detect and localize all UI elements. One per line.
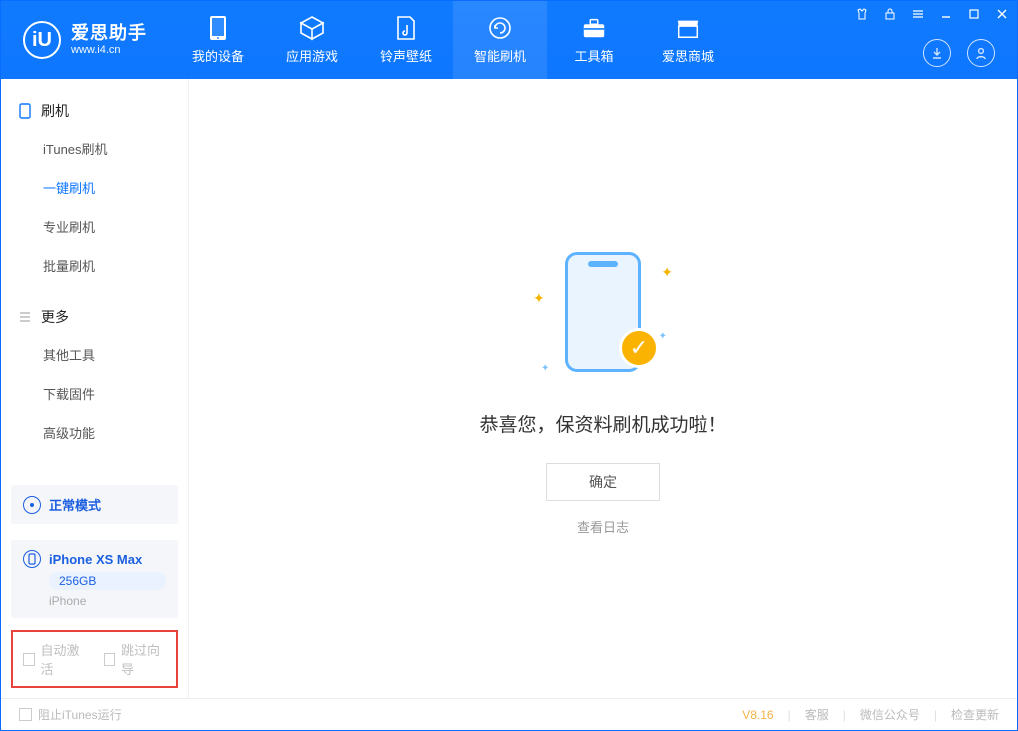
sidebar-item-download-firmware[interactable]: 下载固件	[1, 374, 188, 413]
checkmark-badge-icon: ✓	[619, 328, 659, 368]
nav-tabs: 我的设备 应用游戏 铃声壁纸 智能刷机 工具箱 爱思商城	[171, 1, 735, 79]
device-type: iPhone	[49, 594, 166, 608]
option-auto-activate[interactable]: 自动激活	[23, 640, 86, 678]
option-skip-guide[interactable]: 跳过向导	[104, 640, 167, 678]
device-box[interactable]: iPhone XS Max 256GB iPhone	[11, 540, 178, 618]
options-row: 自动激活 跳过向导	[11, 630, 178, 688]
store-icon	[675, 15, 701, 41]
sidebar-item-oneclick-flash[interactable]: 一键刷机	[1, 168, 188, 207]
lock-icon[interactable]	[881, 5, 899, 23]
status-check-update[interactable]: 检查更新	[951, 706, 999, 723]
tab-label: 应用游戏	[286, 46, 338, 65]
sparkle-icon: ✦	[659, 331, 667, 342]
minimize-icon[interactable]	[937, 5, 955, 23]
menu-icon[interactable]	[909, 5, 927, 23]
brand: iU 爱思助手 www.i4.cn	[1, 1, 171, 79]
version-label: V8.16	[742, 708, 773, 722]
option-label: 自动激活	[41, 640, 86, 678]
tab-apps-games[interactable]: 应用游戏	[265, 1, 359, 79]
list-icon	[17, 309, 33, 325]
app-window: iU 爱思助手 www.i4.cn 我的设备 应用游戏 铃声壁纸 智能刷机	[0, 0, 1018, 731]
header-right-icons	[923, 39, 995, 67]
music-file-icon	[393, 15, 419, 41]
tab-toolbox[interactable]: 工具箱	[547, 1, 641, 79]
status-wechat[interactable]: 微信公众号	[860, 706, 920, 723]
maximize-icon[interactable]	[965, 5, 983, 23]
sparkle-icon: ✦	[661, 264, 673, 281]
mode-label: 正常模式	[49, 495, 101, 514]
status-block-itunes[interactable]: 阻止iTunes运行	[19, 706, 122, 723]
body: 刷机 iTunes刷机 一键刷机 专业刷机 批量刷机 更多 其他工具 下载固件 …	[1, 79, 1017, 698]
tab-label: 铃声壁纸	[380, 46, 432, 65]
option-label: 跳过向导	[121, 640, 166, 678]
sparkle-icon: ✦	[533, 290, 545, 307]
sidebar-category-flash: 刷机	[1, 93, 188, 129]
checkbox-icon	[19, 708, 32, 721]
sidebar-category-more: 更多	[1, 299, 188, 335]
device-phone-icon	[23, 550, 41, 568]
sidebar-item-batch-flash[interactable]: 批量刷机	[1, 246, 188, 285]
cube-icon	[299, 15, 325, 41]
ok-button[interactable]: 确定	[546, 463, 660, 501]
window-controls	[853, 5, 1011, 23]
tab-my-device[interactable]: 我的设备	[171, 1, 265, 79]
checkbox-icon	[23, 653, 35, 666]
mode-box[interactable]: 正常模式	[11, 485, 178, 524]
phone-icon	[205, 15, 231, 41]
statusbar-right: V8.16 | 客服 | 微信公众号 | 检查更新	[742, 706, 999, 723]
mode-icon	[23, 496, 41, 514]
checkbox-icon	[104, 653, 116, 666]
sidebar-category-label: 更多	[41, 307, 69, 327]
main-content: ✦ ✦ ✦ ✦ ✓ 恭喜您，保资料刷机成功啦！ 确定 查看日志	[189, 79, 1017, 698]
sidebar: 刷机 iTunes刷机 一键刷机 专业刷机 批量刷机 更多 其他工具 下载固件 …	[1, 79, 189, 698]
sidebar-item-pro-flash[interactable]: 专业刷机	[1, 207, 188, 246]
tab-label: 我的设备	[192, 46, 244, 65]
tab-smart-flash[interactable]: 智能刷机	[453, 1, 547, 79]
status-block-itunes-label: 阻止iTunes运行	[38, 706, 122, 723]
close-icon[interactable]	[993, 5, 1011, 23]
brand-text: 爱思助手 www.i4.cn	[71, 23, 147, 58]
separator: |	[788, 708, 791, 722]
statusbar: 阻止iTunes运行 V8.16 | 客服 | 微信公众号 | 检查更新	[1, 698, 1017, 730]
sidebar-item-itunes-flash[interactable]: iTunes刷机	[1, 129, 188, 168]
sidebar-item-other-tools[interactable]: 其他工具	[1, 335, 188, 374]
device-name: iPhone XS Max	[49, 552, 142, 567]
sparkle-icon: ✦	[541, 363, 549, 374]
sidebar-scroll: 刷机 iTunes刷机 一键刷机 专业刷机 批量刷机 更多 其他工具 下载固件 …	[1, 79, 188, 477]
tab-store[interactable]: 爱思商城	[641, 1, 735, 79]
tab-label: 工具箱	[574, 46, 613, 65]
brand-title: 爱思助手	[71, 23, 147, 45]
brand-subtitle: www.i4.cn	[71, 44, 147, 57]
brand-logo-icon: iU	[23, 21, 61, 59]
header: iU 爱思助手 www.i4.cn 我的设备 应用游戏 铃声壁纸 智能刷机	[1, 1, 1017, 79]
tab-label: 智能刷机	[474, 46, 526, 65]
separator: |	[934, 708, 937, 722]
status-support[interactable]: 客服	[805, 706, 829, 723]
shirt-icon[interactable]	[853, 5, 871, 23]
toolbox-icon	[581, 15, 607, 41]
refresh-shield-icon	[487, 15, 513, 41]
view-log-link[interactable]: 查看日志	[577, 517, 629, 536]
separator: |	[843, 708, 846, 722]
sidebar-category-label: 刷机	[41, 101, 69, 121]
success-title: 恭喜您，保资料刷机成功啦！	[479, 410, 726, 437]
sidebar-item-advanced[interactable]: 高级功能	[1, 413, 188, 452]
tab-ringtones-wallpapers[interactable]: 铃声壁纸	[359, 1, 453, 79]
user-icon[interactable]	[967, 39, 995, 67]
tab-label: 爱思商城	[662, 46, 714, 65]
device-capacity: 256GB	[49, 572, 166, 590]
download-icon[interactable]	[923, 39, 951, 67]
success-illustration: ✦ ✦ ✦ ✦ ✓	[533, 242, 673, 382]
phone-small-icon	[17, 103, 33, 119]
